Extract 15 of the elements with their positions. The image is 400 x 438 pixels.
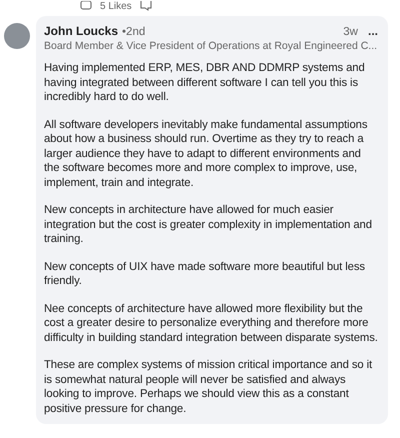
likes-count[interactable]: 5 Likes (100, 0, 132, 12)
comment-paragraph: These are complex systems of mission critical importance and so it is somewhat natural people will never be satisfied and always looking to improve. Perhaps we should view this as a constant positive pressure for change. (44, 358, 374, 416)
comment-paragraph: Nee concepts of architecture have allowed more flexibility but the cost a greater desire to personalize everything and therefore more difficulty in building standard integration between disparate systems. (44, 302, 378, 345)
comment-paragraph: New concepts of UIX have made software more beautiful but less friendly. (44, 260, 366, 288)
comment-paragraph: All software developers inevitably make fundamental assumptions about how a business should run. Overtime as they try to reach a larger audience they have to adapt to different environments and the software becomes more and more complex to improve, use, implement, train and integrate. (44, 118, 368, 190)
comment-paragraph: New concepts in architecture have allowed for much easier integration but the cost is greater complexity in implementation and training. (44, 203, 373, 246)
comment-icon[interactable] (140, 1, 152, 11)
author-name[interactable]: John Loucks (44, 24, 118, 38)
more-button[interactable]: ... (362, 24, 378, 38)
reaction-icon (80, 1, 92, 11)
connection-degree: •2nd (122, 26, 146, 38)
avatar[interactable] (4, 23, 30, 49)
comment-time: 3w (343, 26, 358, 38)
author-headline: Board Member & Vice President of Operations at Royal Engineered C... (44, 40, 378, 52)
comment-paragraph: Having implemented ERP, MES, DBR AND DDMRP systems and having integrated between different software I can tell you this is incredibly hard to do well. (44, 61, 366, 104)
